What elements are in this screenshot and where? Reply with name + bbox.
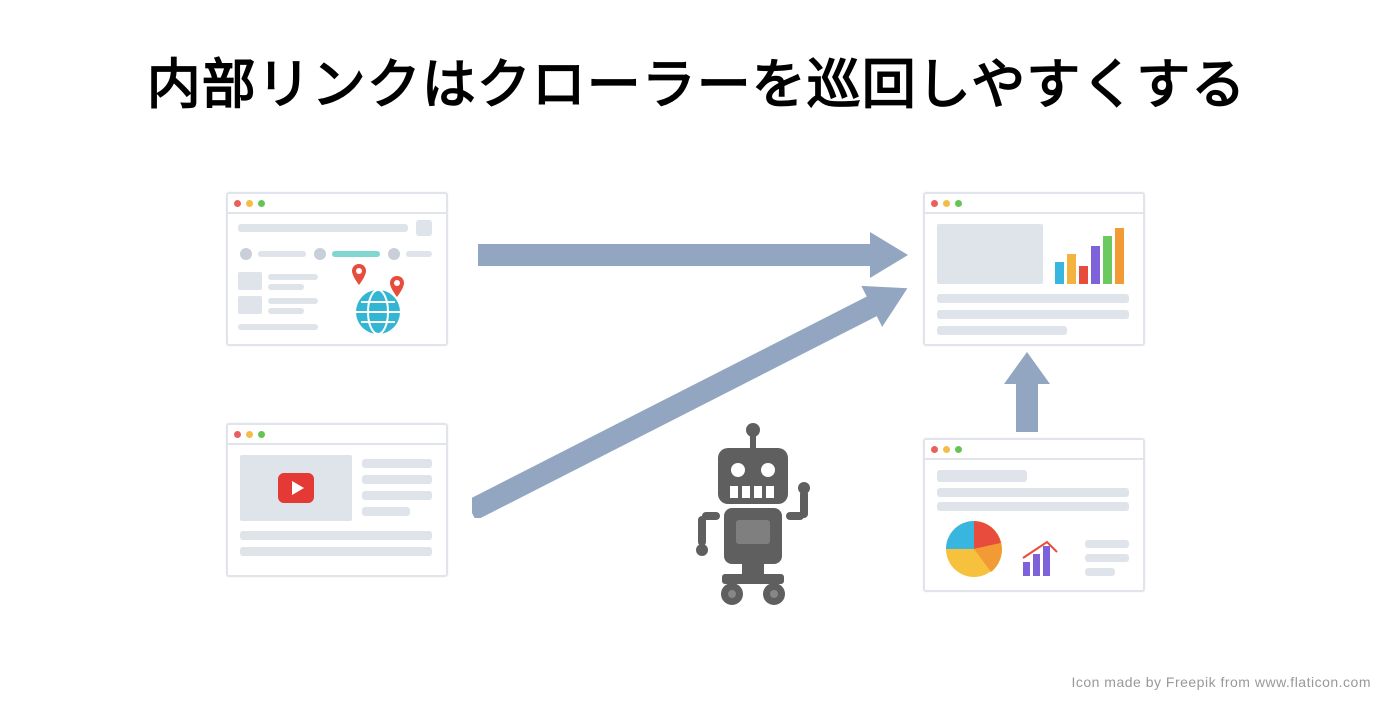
attribution-text: Icon made by Freepik from www.flaticon.c… bbox=[1071, 674, 1371, 690]
website-window-globe bbox=[226, 192, 448, 346]
maximize-icon bbox=[955, 200, 962, 207]
arrow-right-icon bbox=[478, 232, 908, 278]
window-title-bar bbox=[228, 425, 446, 445]
page-title: 内部リンクはクローラーを巡回しやすくする bbox=[0, 40, 1393, 119]
window-title-bar bbox=[925, 194, 1143, 214]
map-pin-icon bbox=[350, 264, 368, 286]
website-window-chart bbox=[923, 192, 1145, 346]
close-icon bbox=[931, 200, 938, 207]
maximize-icon bbox=[258, 431, 265, 438]
bar-chart-icon bbox=[1021, 536, 1081, 578]
minimize-icon bbox=[246, 431, 253, 438]
window-title-bar bbox=[228, 194, 446, 214]
close-icon bbox=[931, 446, 938, 453]
close-icon bbox=[234, 200, 241, 207]
arrow-up-icon bbox=[1004, 352, 1050, 432]
close-icon bbox=[234, 431, 241, 438]
diagram-stage: 内部リンクはクローラーを巡回しやすくする bbox=[0, 0, 1393, 705]
window-title-bar bbox=[925, 440, 1143, 460]
play-icon bbox=[278, 473, 314, 503]
pie-chart-icon bbox=[943, 518, 1005, 580]
bar-chart-icon bbox=[1053, 222, 1133, 286]
maximize-icon bbox=[258, 200, 265, 207]
minimize-icon bbox=[943, 446, 950, 453]
maximize-icon bbox=[955, 446, 962, 453]
map-pin-icon bbox=[388, 276, 406, 298]
arrow-right-icon bbox=[472, 280, 908, 518]
website-window-video bbox=[226, 423, 448, 577]
minimize-icon bbox=[943, 200, 950, 207]
website-window-pie bbox=[923, 438, 1145, 592]
minimize-icon bbox=[246, 200, 253, 207]
